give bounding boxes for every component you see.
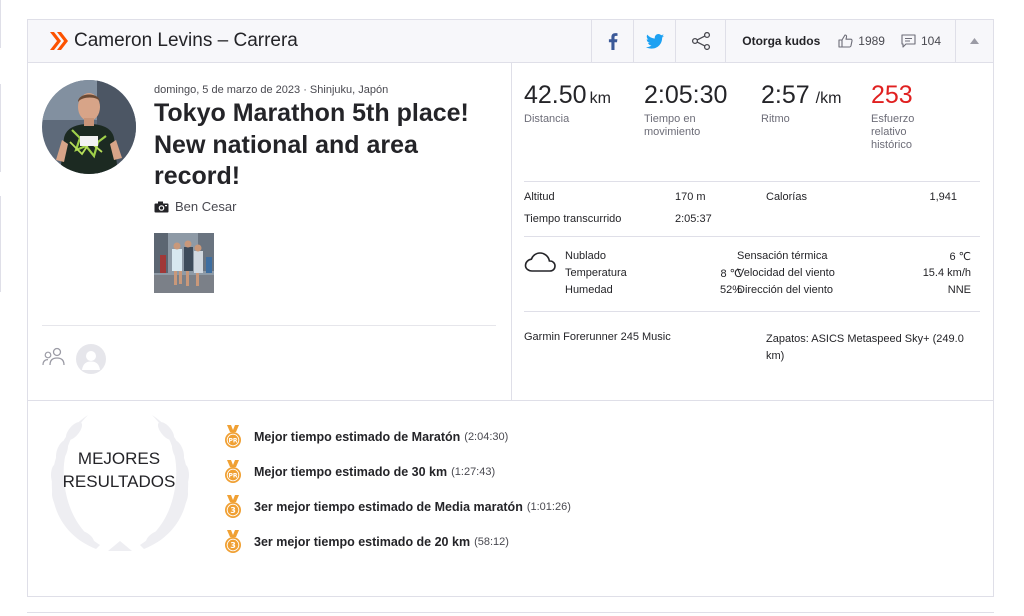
stats-divider [524,181,980,182]
activity-card: Cameron Levins – Carrera Otorga kudos 19… [27,19,994,597]
weather-divider [524,311,980,312]
distance-unit: km [589,90,611,107]
comment-icon [901,34,916,48]
stat-pace: 2:57/km Ritmo [761,81,841,126]
stat-relative-effort[interactable]: 253 Esfuerzo relativo histórico [871,81,946,152]
achievement-text: 3er mejor tiempo estimado de Media marat… [254,500,523,514]
activity-photo-thumbnail[interactable] [154,233,214,293]
cloudy-icon [524,252,556,272]
best-efforts-heading-line-1: MEJORES [77,449,161,468]
achievement-item[interactable]: 3 3er mejor tiempo estimado de 20 km (58… [224,530,509,554]
svg-text:PR: PR [228,438,237,445]
elapsed-time-label: Tiempo transcurrido [524,213,622,225]
elevation-label: Altitud [524,191,555,203]
best-efforts-heading: MEJORES RESULTADOS [52,447,186,493]
next-card-edge [27,612,994,613]
achievement-text: Mejor tiempo estimado de Maratón [254,430,461,444]
twitter-icon [645,33,664,49]
device-name: Garmin Forerunner 245 Music [524,331,671,343]
svg-text:3: 3 [230,506,236,515]
comment-count-value: 104 [920,34,941,48]
pace-label: Ritmo [761,113,790,125]
elapsed-time-value: 2:05:37 [675,213,712,225]
share-icon [691,32,710,50]
achievement-text: Mejor tiempo estimado de 30 km [254,465,448,479]
activity-stats: 42.50 km Distancia 2:05:30 Tiempo en movi… [512,63,993,400]
best-efforts-section: MEJORES RESULTADOS PR Mejor tiempo estim… [28,400,993,596]
comment-count[interactable]: 104 [901,34,941,48]
kudos-bar: Otorga kudos 1989 104 [725,20,955,62]
achievement-time: (1:27:43) [451,466,496,478]
summary-divider [42,325,496,326]
wind-speed-label: Velocidad del viento [737,267,835,279]
race-photo [154,233,214,293]
feels-like-label: Sensación térmica [737,250,828,262]
group-activity-icon[interactable] [42,347,66,367]
best-efforts-heading-line-2: RESULTADOS [62,472,176,491]
photo-credit-name: Ben Cesar [175,199,237,214]
pr-medal-icon: PR [225,425,241,448]
kudos-count-value: 1989 [858,34,885,48]
activity-summary: domingo, 5 de marzo de 2023 · Shinjuku, … [28,63,512,400]
athlete-avatar-placeholder[interactable] [76,344,106,374]
achievement-item[interactable]: PR Mejor tiempo estimado de 30 km (1:27:… [224,460,495,484]
relative-effort-value: 253 [871,81,913,109]
thumbs-up-icon [838,34,853,48]
athlete-avatar[interactable] [42,80,136,174]
moving-time-value: 2:05:30 [644,81,728,109]
pr-medal-icon: PR [225,460,241,483]
shoes-info[interactable]: Zapatos: ASICS Metaspeed Sky+ (249.0 km) [766,331,964,365]
user-icon [82,351,100,370]
collapse-button[interactable] [955,20,993,62]
wind-speed-value: 15.4 km/h [922,267,971,279]
calories-label: Calorías [766,191,807,203]
shoes-line-1: Zapatos: ASICS Metaspeed Sky+ (249.0 [766,333,964,345]
header-actions: Otorga kudos 1989 104 [591,20,993,62]
third-place-medal-icon: 3 [225,530,241,553]
athlete-photo [42,80,136,174]
caret-up-icon [970,38,979,44]
relative-effort-label: Esfuerzo relativo histórico [871,113,915,151]
camera-icon [154,201,169,212]
achievement-item[interactable]: 3 3er mejor tiempo estimado de Media mar… [224,495,571,519]
share-button[interactable] [675,20,725,62]
moving-time-label: Tiempo en movimiento [644,113,701,138]
svg-text:PR: PR [228,473,237,480]
wind-direction-label: Dirección del viento [737,284,833,296]
achievement-item[interactable]: PR Mejor tiempo estimado de Maratón (2:0… [224,425,508,449]
shoes-line-2: km) [766,350,785,362]
details-divider [524,236,980,237]
third-place-medal-icon: 3 [225,495,241,518]
wind-direction-value: NNE [947,284,971,296]
facebook-icon [608,32,618,50]
activity-header: Cameron Levins – Carrera Otorga kudos 19… [28,20,993,63]
achievement-text: 3er mejor tiempo estimado de 20 km [254,535,471,549]
svg-text:3: 3 [230,541,236,550]
photo-credit: Ben Cesar [154,199,236,214]
pace-unit: /km [815,90,842,107]
weather-condition: Nublado [565,250,606,262]
twitter-share-button[interactable] [633,20,675,62]
pace-value: 2:57 [761,81,810,109]
facebook-share-button[interactable] [591,20,633,62]
achievement-time: (1:01:26) [526,501,571,513]
calories-value: 1,941 [929,191,957,203]
stat-distance: 42.50 km Distancia [524,81,611,126]
activity-title: Tokyo Marathon 5th place! New national a… [154,99,469,190]
activity-date-location: domingo, 5 de marzo de 2023 · Shinjuku, … [154,84,389,96]
feels-like-value: 6 ℃ [949,251,971,263]
distance-label: Distancia [524,113,570,125]
kudos-count[interactable]: 1989 [838,34,885,48]
achievement-time: (2:04:30) [464,431,509,443]
distance-value: 42.50 [524,81,587,109]
humidity-label: Humedad [565,284,613,296]
elevation-value: 170 m [675,191,706,203]
activity-header-title: Cameron Levins – Carrera [74,30,298,51]
give-kudos-button[interactable]: Otorga kudos [742,34,820,48]
achievement-time: (58:12) [474,536,509,548]
temperature-label: Temperatura [565,267,627,279]
run-sport-icon [50,32,68,50]
page-edge [0,0,6,616]
stat-moving-time: 2:05:30 Tiempo en movimiento [644,81,744,139]
